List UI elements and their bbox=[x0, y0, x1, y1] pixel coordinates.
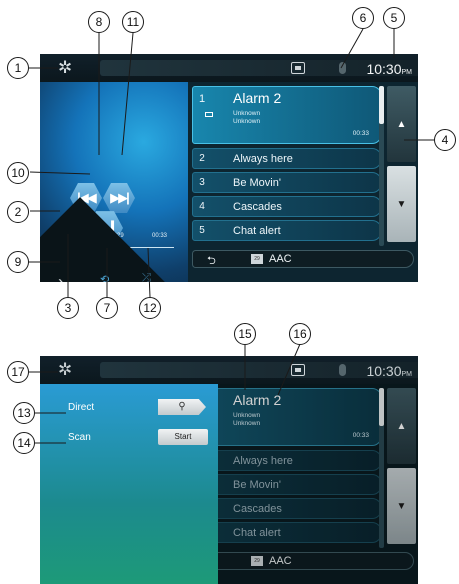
callout-4: 4 bbox=[434, 129, 456, 151]
track-album: Unknown bbox=[233, 420, 261, 427]
callout-13: 13 bbox=[13, 402, 35, 424]
clock: 10:30PM bbox=[366, 363, 412, 379]
previous-track-icon: |◀◀ bbox=[77, 190, 97, 205]
bottom-bar: ⮌ 29 AAC bbox=[192, 250, 414, 268]
track-title: Alarm 2 bbox=[233, 392, 282, 408]
pause-icon: ❙❙ bbox=[88, 217, 122, 238]
scan-start-button[interactable]: Start bbox=[158, 429, 208, 445]
scrollbar-thumb[interactable] bbox=[379, 388, 384, 426]
list-item[interactable]: 5 Chat alert bbox=[192, 220, 382, 241]
shuffle-icon[interactable]: ⤮ bbox=[142, 272, 151, 282]
triangle-up-icon: ▲ bbox=[396, 118, 407, 130]
callout-16: 16 bbox=[289, 323, 311, 345]
callout-14: 14 bbox=[13, 432, 35, 454]
progress-bar[interactable] bbox=[62, 247, 174, 248]
scroll-down-button[interactable]: ▼ bbox=[387, 468, 416, 544]
track-album: Unknown bbox=[233, 118, 261, 125]
triangle-down-icon: ▼ bbox=[396, 500, 407, 512]
callout-12: 12 bbox=[139, 297, 161, 319]
list-item[interactable]: 3 Be Movin' bbox=[192, 172, 382, 193]
callout-9: 9 bbox=[7, 251, 29, 273]
list-item[interactable]: Chat alert bbox=[192, 522, 382, 543]
scroll-down-button[interactable]: ▼ bbox=[387, 166, 416, 242]
bluetooth-icon bbox=[339, 62, 346, 74]
track-title: Alarm 2 bbox=[233, 90, 282, 106]
track-duration: 00:33 bbox=[352, 130, 369, 137]
callout-1: 1 bbox=[7, 57, 29, 79]
callout-6: 6 bbox=[352, 7, 374, 29]
pause-button[interactable]: ❙❙ bbox=[87, 211, 123, 245]
track-duration: 00:33 bbox=[352, 432, 369, 439]
callout-11: 11 bbox=[122, 11, 144, 33]
scrollbar-thumb[interactable] bbox=[379, 86, 384, 124]
direct-row: Direct ⚲ bbox=[40, 396, 218, 424]
track-list: Alarm 2 Unknown Unknown 00:33 Always her… bbox=[192, 388, 388, 546]
status-bar: ✲ 10:30PM bbox=[40, 54, 418, 82]
callout-10: 10 bbox=[7, 162, 29, 184]
scroll-up-button[interactable]: ▲ bbox=[387, 86, 416, 162]
media-source-icon bbox=[291, 364, 305, 376]
media-source-icon bbox=[291, 62, 305, 74]
list-item[interactable]: 2 Always here bbox=[192, 148, 382, 169]
repeat-icon[interactable]: ⟲ bbox=[100, 273, 109, 282]
format-badge: 29 bbox=[251, 254, 263, 264]
list-item[interactable]: Cascades bbox=[192, 498, 382, 519]
triangle-up-icon: ▲ bbox=[396, 420, 407, 432]
callout-5: 5 bbox=[383, 7, 405, 29]
chevron-right-icon[interactable]: › bbox=[58, 272, 64, 282]
scan-row: Scan Start bbox=[40, 426, 218, 454]
status-bar: ✲ 10:30PM bbox=[40, 356, 418, 384]
player-screen-main: ✲ 10:30PM |◀◀ ▶▶| ❙❙ 00:12 001/029 00:33… bbox=[40, 54, 418, 282]
scroll-up-button[interactable]: ▲ bbox=[387, 388, 416, 464]
track-artist: Unknown bbox=[233, 110, 261, 117]
settings-panel: Direct ⚲ Scan Start bbox=[40, 384, 218, 584]
track-duration: 00:33 bbox=[152, 233, 168, 239]
track-list: 1 Alarm 2 Unknown Unknown 00:33 2 Always … bbox=[192, 86, 388, 244]
callout-2: 2 bbox=[7, 201, 29, 223]
time-row: 00:12 001/029 00:33 bbox=[40, 233, 188, 245]
format-badge: 29 bbox=[251, 556, 263, 566]
bluetooth-icon bbox=[339, 364, 346, 376]
next-track-button[interactable]: ▶▶| bbox=[103, 182, 135, 214]
list-item[interactable]: Alarm 2 Unknown Unknown 00:33 bbox=[192, 388, 382, 446]
callout-3: 3 bbox=[57, 297, 79, 319]
direct-search-button[interactable]: ⚲ bbox=[158, 399, 206, 415]
next-track-icon: ▶▶| bbox=[110, 190, 130, 205]
player-area: |◀◀ ▶▶| ❙❙ 00:12 001/029 00:33 › ⟲ ⤮ bbox=[40, 82, 188, 282]
list-item[interactable]: 4 Cascades bbox=[192, 196, 382, 217]
callout-7: 7 bbox=[96, 297, 118, 319]
triangle-down-icon: ▼ bbox=[396, 198, 407, 210]
previous-track-button[interactable]: |◀◀ bbox=[70, 182, 102, 214]
list-item[interactable]: Be Movin' bbox=[192, 474, 382, 495]
elapsed-time: 00:12 bbox=[62, 233, 78, 239]
track-artist: Unknown bbox=[233, 412, 261, 419]
now-playing-icon bbox=[205, 112, 213, 117]
callout-17: 17 bbox=[7, 361, 29, 383]
callout-15: 15 bbox=[234, 323, 256, 345]
callout-8: 8 bbox=[88, 11, 110, 33]
bottom-bar: ⮌ 29 AAC bbox=[192, 552, 414, 570]
scan-label: Scan bbox=[68, 432, 91, 443]
track-counter: 001/029 bbox=[102, 233, 124, 239]
audio-format: AAC bbox=[269, 253, 292, 265]
clock: 10:30PM bbox=[366, 61, 412, 77]
gear-icon[interactable]: ✲ bbox=[58, 361, 74, 378]
list-item[interactable]: 1 Alarm 2 Unknown Unknown 00:33 bbox=[192, 86, 382, 144]
audio-format: AAC bbox=[269, 555, 292, 567]
gear-icon[interactable]: ✲ bbox=[58, 59, 74, 76]
back-icon[interactable]: ⮌ bbox=[207, 252, 216, 271]
player-screen-settings: ✲ 10:30PM Alarm 2 Unknown Unknown 00:33 … bbox=[40, 356, 418, 584]
direct-label: Direct bbox=[68, 402, 95, 413]
list-item[interactable]: Always here bbox=[192, 450, 382, 471]
search-icon: ⚲ bbox=[178, 401, 186, 412]
